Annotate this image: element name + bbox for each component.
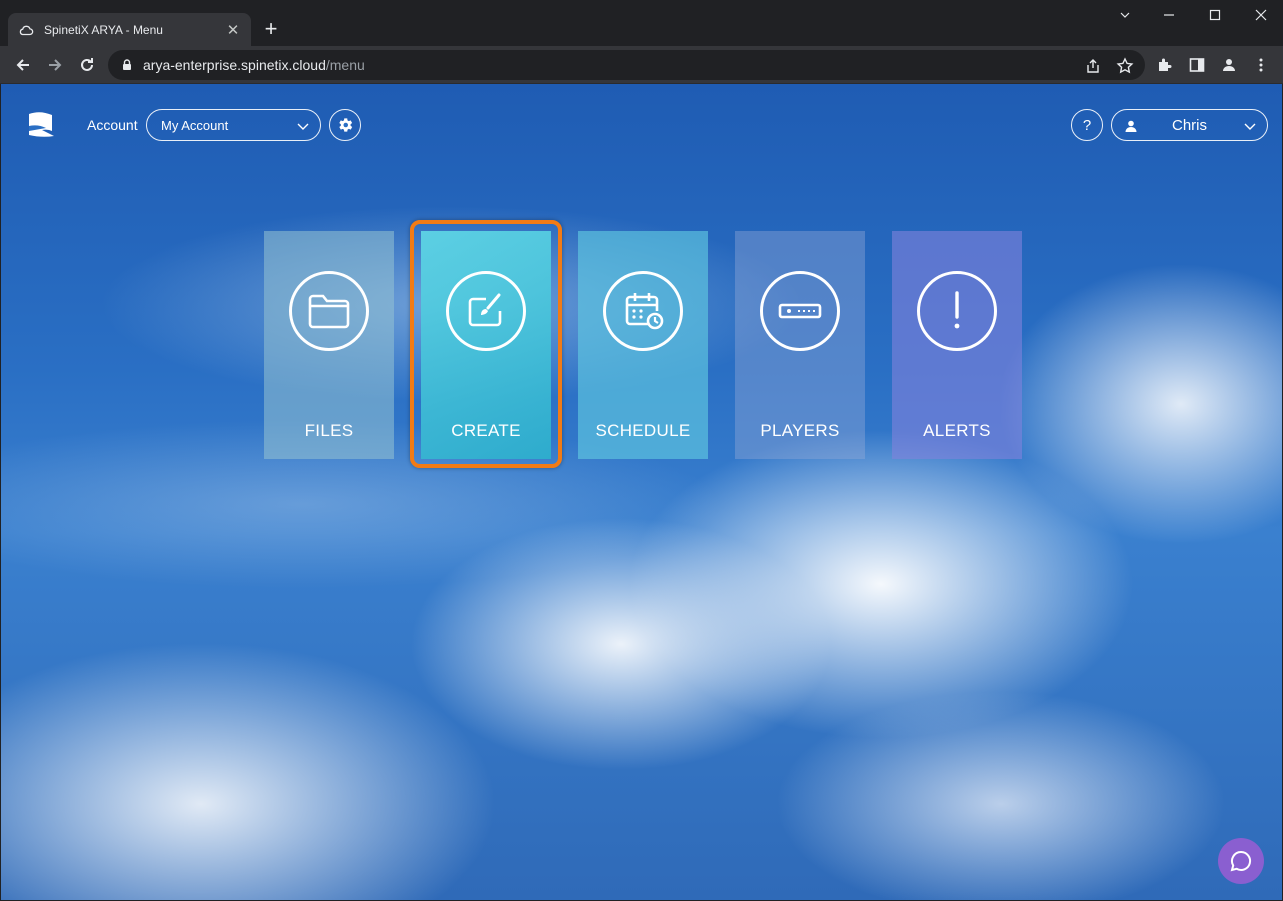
browser-window: SpinetiX ARYA - Menu ✕ + arya-enterprise… (0, 0, 1283, 901)
tab-strip: SpinetiX ARYA - Menu ✕ + (0, 0, 1283, 46)
back-button[interactable] (9, 51, 37, 79)
extensions-puzzle-icon[interactable] (1156, 56, 1174, 74)
tile-alerts[interactable]: ALERTS (892, 231, 1022, 459)
url-path: /menu (325, 57, 365, 73)
tile-schedule[interactable]: SCHEDULE (578, 231, 708, 459)
star-icon[interactable] (1116, 57, 1134, 75)
account-select[interactable]: My Account (146, 109, 321, 141)
tile-label: PLAYERS (760, 421, 840, 440)
side-panel-icon[interactable] (1188, 56, 1206, 74)
reload-icon (81, 58, 93, 71)
player-device-icon (760, 271, 840, 351)
maximize-icon (1209, 9, 1221, 21)
chevron-down-icon (1244, 123, 1256, 130)
tile-files[interactable]: FILES (264, 231, 394, 459)
chevron-down-icon (1120, 12, 1130, 18)
exclamation-icon (917, 271, 997, 351)
calendar-clock-icon (603, 271, 683, 351)
spinetix-logo-icon[interactable] (26, 111, 56, 139)
minimize-button[interactable] (1146, 0, 1192, 30)
address-bar[interactable]: arya-enterprise.spinetix.cloud/menu (108, 50, 1145, 80)
minimize-icon (1164, 14, 1174, 16)
menu-page: Account My Account ? Chris FILES CREATE … (1, 84, 1282, 900)
chat-bubble-icon (1230, 850, 1252, 872)
tab-search-button[interactable] (1102, 0, 1148, 30)
chat-button[interactable] (1218, 838, 1264, 884)
url-host: arya-enterprise.spinetix.cloud (143, 57, 326, 73)
user-menu-select[interactable]: Chris (1111, 109, 1268, 141)
lock-icon (123, 59, 131, 70)
share-icon[interactable] (1084, 57, 1102, 75)
reload-button[interactable] (73, 51, 101, 79)
browser-toolbar: arya-enterprise.spinetix.cloud/menu (0, 46, 1283, 84)
tile-label: ALERTS (923, 421, 991, 440)
new-tab-button[interactable]: + (257, 16, 285, 44)
account-select-value: My Account (161, 117, 229, 133)
chevron-down-icon (297, 123, 309, 130)
profile-icon[interactable] (1220, 56, 1238, 74)
arrow-right-icon (49, 59, 62, 71)
forward-button[interactable] (41, 51, 69, 79)
tile-players[interactable]: PLAYERS (735, 231, 865, 459)
maximize-button[interactable] (1192, 0, 1238, 30)
more-menu-icon[interactable] (1252, 56, 1270, 74)
account-label: Account (87, 117, 138, 133)
close-icon (1255, 9, 1267, 21)
close-window-button[interactable] (1238, 0, 1283, 30)
folder-icon (289, 271, 369, 351)
browser-tab[interactable]: SpinetiX ARYA - Menu ✕ (8, 13, 251, 46)
user-icon (1125, 120, 1137, 132)
tab-title: SpinetiX ARYA - Menu (44, 22, 163, 37)
tab-close-icon[interactable]: ✕ (225, 21, 241, 39)
create-highlight-outline (410, 220, 562, 468)
help-button[interactable]: ? (1071, 109, 1103, 141)
settings-button[interactable] (329, 109, 361, 141)
tile-label: SCHEDULE (595, 421, 691, 440)
tile-label: FILES (304, 421, 354, 440)
arrow-left-icon (16, 59, 29, 71)
gear-icon (339, 118, 353, 132)
user-name: Chris (1171, 116, 1207, 134)
cloud-icon (19, 25, 34, 35)
